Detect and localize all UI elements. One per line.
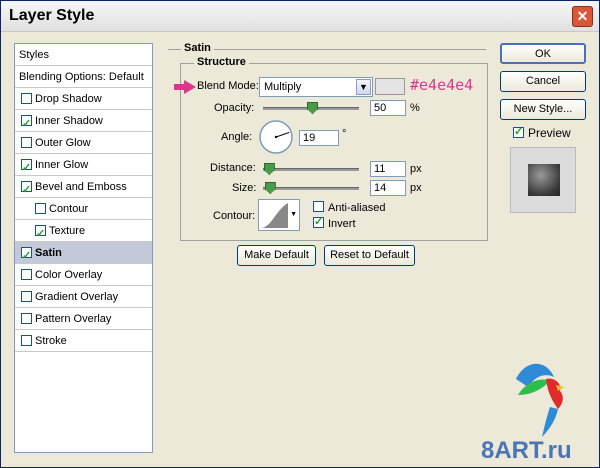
- sidebar-item-satin[interactable]: Satin: [15, 242, 152, 267]
- chevron-down-icon[interactable]: ▼: [356, 79, 371, 95]
- sidebar-checkbox[interactable]: [21, 93, 32, 104]
- close-icon[interactable]: ✕: [572, 6, 593, 27]
- opacity-input[interactable]: 50: [370, 100, 406, 116]
- sidebar-checkbox[interactable]: [21, 157, 32, 179]
- sidebar-item-label: Contour: [49, 203, 89, 215]
- sidebar-checkbox[interactable]: [21, 291, 32, 302]
- contour-label: Contour:: [213, 210, 256, 222]
- blend-mode-label: Blend Mode:: [197, 80, 259, 92]
- sidebar-checkbox[interactable]: [35, 223, 46, 245]
- sidebar-checkbox[interactable]: [21, 245, 32, 267]
- reset-to-default-button[interactable]: Reset to Default: [324, 245, 415, 266]
- window-title: Layer Style: [9, 7, 95, 24]
- distance-unit: px: [410, 163, 422, 175]
- sidebar-checkbox[interactable]: [21, 313, 32, 324]
- preview-checkbox[interactable]: [513, 125, 524, 138]
- contour-picker[interactable]: ▼: [258, 199, 300, 231]
- sidebar-item-label: Outer Glow: [35, 137, 91, 149]
- blend-mode-value: Multiply: [264, 81, 302, 93]
- sidebar-item-label: Texture: [49, 225, 86, 237]
- title-bar: Layer Style ✕: [1, 1, 599, 32]
- sidebar-item-stroke[interactable]: Stroke: [15, 330, 152, 352]
- parrot-logo-icon: [506, 359, 576, 439]
- sidebar-item-pattern-overlay[interactable]: Pattern Overlay: [15, 308, 152, 330]
- angle-label: Angle:: [221, 131, 253, 143]
- distance-input[interactable]: 11: [370, 161, 406, 177]
- sidebar-item-gradient-overlay[interactable]: Gradient Overlay: [15, 286, 152, 308]
- size-slider-track[interactable]: [263, 187, 359, 190]
- sidebar-item-label: Inner Glow: [35, 159, 89, 171]
- styles-list: Styles Blending Options: Default Drop Shad…: [14, 43, 153, 453]
- sidebar-checkbox[interactable]: [21, 137, 32, 148]
- sidebar-item-texture[interactable]: Texture: [15, 220, 152, 245]
- sidebar-item-inner-glow[interactable]: Inner Glow: [15, 154, 152, 179]
- watermark-text: 8ART.ru: [481, 437, 572, 464]
- distance-label: Distance:: [210, 162, 256, 174]
- make-default-button[interactable]: Make Default: [237, 245, 316, 266]
- arrow-pointer-icon: [174, 80, 196, 94]
- sidebar-item-contour[interactable]: Contour: [15, 198, 152, 220]
- blend-color-swatch[interactable]: [375, 78, 405, 95]
- angle-unit: °: [342, 128, 347, 140]
- cancel-button[interactable]: Cancel: [500, 71, 586, 92]
- sidebar-item-inner-shadow[interactable]: Inner Shadow: [15, 110, 152, 135]
- sidebar-item-label: Inner Shadow: [35, 115, 103, 127]
- angle-input[interactable]: 19: [299, 130, 339, 146]
- anti-aliased-label: Anti-aliased: [328, 202, 386, 214]
- sidebar-checkbox[interactable]: [21, 179, 32, 201]
- structure-group-title: Structure: [194, 56, 249, 68]
- opacity-unit: %: [410, 102, 420, 114]
- sidebar-checkbox[interactable]: [35, 203, 46, 214]
- preview-thumbnail: [510, 147, 576, 213]
- sidebar-checkbox[interactable]: [21, 269, 32, 280]
- sidebar-item-outer-glow[interactable]: Outer Glow: [15, 132, 152, 154]
- sidebar-item-bevel-and-emboss[interactable]: Bevel and Emboss: [15, 176, 152, 201]
- sidebar-item-label: Styles: [19, 49, 49, 61]
- size-label: Size:: [232, 182, 257, 194]
- angle-dial[interactable]: [258, 119, 294, 155]
- sidebar-item-label: Color Overlay: [35, 269, 103, 281]
- ok-button[interactable]: OK: [500, 43, 586, 64]
- sidebar-checkbox[interactable]: [21, 113, 32, 135]
- sidebar-item-label: Gradient Overlay: [35, 291, 119, 303]
- sidebar-item-styles[interactable]: Styles: [15, 44, 152, 66]
- blend-mode-select[interactable]: Multiply ▼: [259, 77, 373, 97]
- sidebar-item-label: Satin: [35, 247, 62, 259]
- contour-curve-icon: [262, 203, 288, 228]
- size-unit: px: [410, 182, 422, 194]
- sidebar-item-label: Blending Options: Default: [19, 71, 144, 83]
- sidebar-item-blending-options-default[interactable]: Blending Options: Default: [15, 66, 152, 88]
- layer-style-dialog: Layer Style ✕ Styles Blending Options: De…: [0, 0, 600, 468]
- invert-label: Invert: [328, 218, 356, 230]
- preview-label: Preview: [528, 126, 571, 140]
- opacity-label: Opacity:: [214, 102, 255, 114]
- sidebar-item-label: Pattern Overlay: [35, 313, 112, 325]
- satin-group-title: Satin: [181, 42, 214, 54]
- sidebar-item-label: Stroke: [35, 335, 67, 347]
- anti-aliased-checkbox[interactable]: [313, 201, 324, 212]
- invert-checkbox[interactable]: [313, 215, 324, 228]
- preview-swatch: [528, 164, 560, 196]
- sidebar-item-label: Drop Shadow: [35, 93, 102, 105]
- contour-dropdown-icon[interactable]: ▼: [290, 211, 297, 218]
- sidebar-checkbox[interactable]: [21, 335, 32, 346]
- color-annotation: #e4e4e4: [410, 76, 474, 94]
- sidebar-item-label: Bevel and Emboss: [35, 181, 127, 193]
- distance-slider-track[interactable]: [263, 168, 359, 171]
- size-input[interactable]: 14: [370, 180, 406, 196]
- sidebar-item-color-overlay[interactable]: Color Overlay: [15, 264, 152, 286]
- new-style-button[interactable]: New Style...: [500, 99, 586, 120]
- sidebar-item-drop-shadow[interactable]: Drop Shadow: [15, 88, 152, 110]
